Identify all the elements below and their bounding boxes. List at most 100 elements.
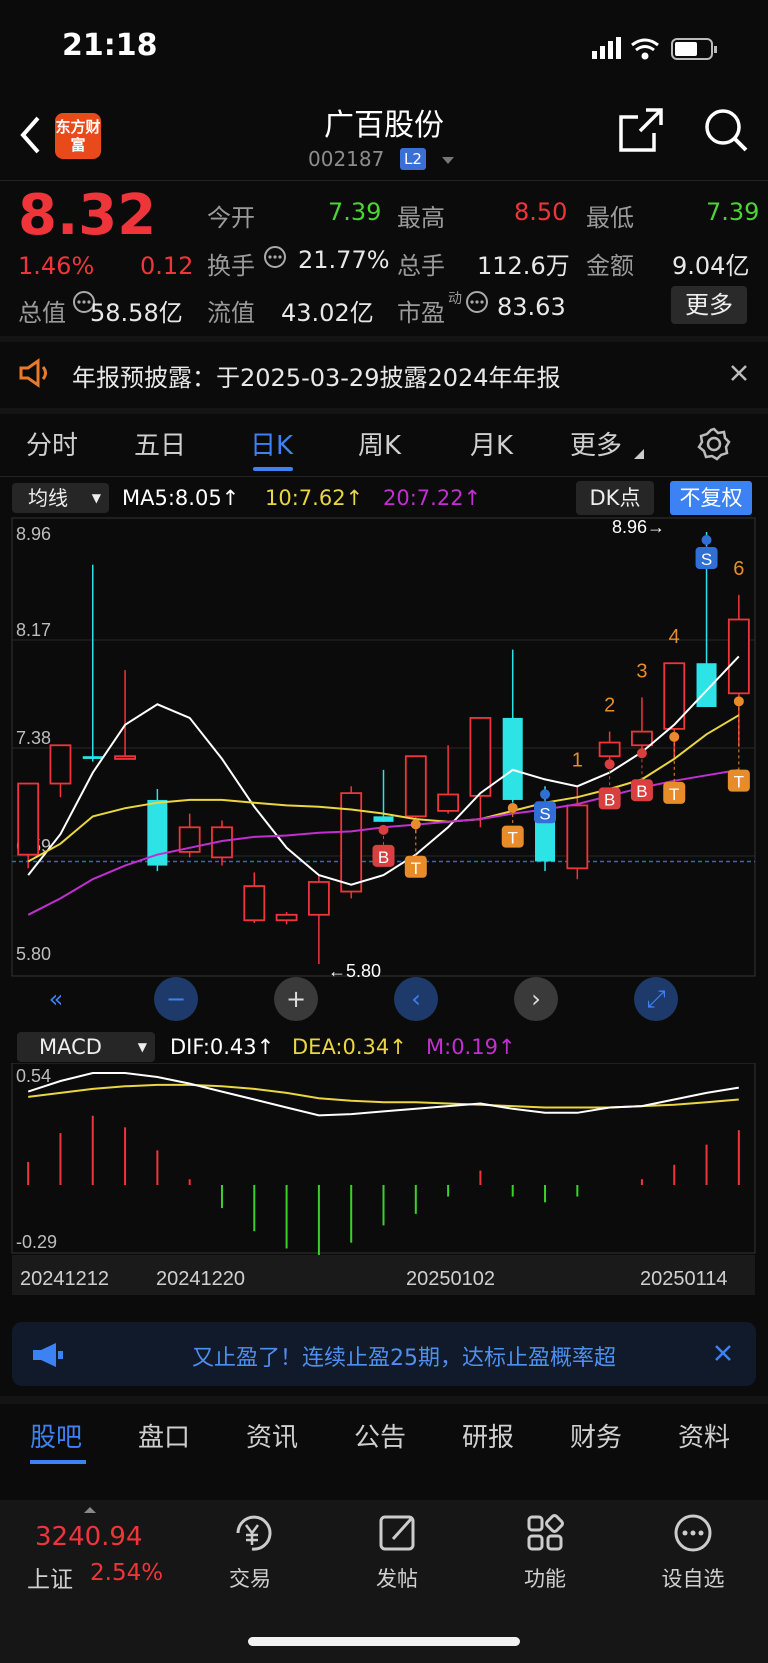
label-pe: 市盈: [397, 299, 445, 327]
label-open: 今开: [207, 204, 255, 232]
macd-select[interactable]: MACD ▼: [17, 1032, 155, 1062]
value-open: 7.39: [328, 198, 382, 226]
plot-frame: [11, 517, 756, 977]
zoom-out-icon: −: [166, 985, 186, 1013]
signal-dot: [507, 802, 518, 813]
divider: [0, 476, 768, 477]
level2-badge: L2: [400, 148, 426, 170]
promo-text: 又止盈了！连续止盈25期，达标止盈概率超: [192, 1346, 616, 1371]
scroll-left-fast-icon: «: [49, 985, 64, 1013]
candle-body: [275, 913, 298, 922]
dea-line: [28, 1083, 739, 1109]
tab-profile[interactable]: 资料: [678, 1417, 730, 1454]
index-name: 上证: [27, 1567, 73, 1593]
label-total-cap: 总值: [18, 299, 66, 327]
ma-select-label: 均线: [28, 486, 68, 510]
signal-dot: [378, 824, 389, 835]
value-amount: 9.04亿: [672, 252, 750, 280]
chevron-down-icon[interactable]: [441, 156, 455, 166]
footer-trade[interactable]: 交易: [200, 1563, 300, 1593]
caret-up-icon: [84, 1507, 96, 1513]
clock: 21:18: [62, 28, 158, 63]
tab-intraday[interactable]: 分时: [26, 425, 78, 462]
tab-research[interactable]: 研报: [462, 1417, 514, 1454]
corner-arrow-icon: [634, 449, 644, 459]
value-low: 7.39: [706, 198, 760, 226]
x-tick-label: 20250114: [640, 1268, 728, 1290]
candle-body: [114, 755, 136, 760]
candle-body: [469, 717, 492, 797]
y-tick-label: 8.96: [16, 524, 51, 544]
tab-more[interactable]: 更多: [570, 425, 622, 462]
candle-body: [502, 717, 523, 800]
footer-functions[interactable]: 功能: [495, 1563, 595, 1593]
tab-forum[interactable]: 股吧: [30, 1417, 82, 1454]
close-icon[interactable]: [714, 1344, 732, 1362]
value-turnover: 21.77%: [298, 246, 390, 274]
speaker-icon: [19, 358, 47, 388]
gear-icon[interactable]: [697, 427, 731, 461]
change-percent: 1.46%: [18, 252, 95, 280]
signal-number: 2: [604, 695, 615, 717]
signal-dot: [604, 759, 615, 770]
chevron-down-icon: ▼: [137, 1040, 147, 1054]
y-tick-label: 7.38: [16, 728, 51, 748]
high-price-label: 8.96→: [612, 517, 665, 537]
dk-point-toggle[interactable]: DK点: [576, 481, 654, 515]
footer-post[interactable]: 发帖: [347, 1563, 447, 1593]
candle-body: [437, 793, 460, 812]
wifi-icon: [631, 38, 659, 60]
label-turnover: 换手: [207, 252, 255, 280]
ma20-value: 20:7.22↑: [383, 486, 482, 510]
tab-indicator: [30, 1460, 86, 1464]
label-high: 最高: [397, 204, 445, 232]
index-value[interactable]: 3240.94: [35, 1522, 143, 1552]
tab-orderbook[interactable]: 盘口: [138, 1417, 190, 1454]
tab-news[interactable]: 资讯: [246, 1417, 298, 1454]
signal-number: 6: [733, 558, 744, 580]
signal-number: 3: [636, 660, 647, 682]
chevron-down-icon: ▼: [91, 491, 101, 505]
signal-badge-label: T: [669, 785, 679, 804]
ma-select[interactable]: 均线 ▼: [12, 483, 109, 513]
current-price: 8.32: [18, 183, 157, 248]
x-tick-label: 20241212: [20, 1268, 109, 1290]
dif-value: DIF:0.43↑: [170, 1035, 275, 1059]
signal-number: 5: [701, 516, 712, 517]
adjust-toggle[interactable]: 不复权: [670, 481, 752, 515]
signal-dot: [636, 748, 647, 759]
signal-icon: [592, 37, 621, 59]
more-dots-icon[interactable]: [673, 1513, 717, 1553]
tab-monthly-k[interactable]: 月K: [470, 425, 513, 462]
candle-body: [727, 618, 750, 695]
battery-icon: [671, 38, 717, 60]
tab-5day[interactable]: 五日: [134, 425, 186, 462]
footer-add-watchlist[interactable]: 设自选: [643, 1563, 743, 1593]
low-price-label: ←5.80: [328, 961, 381, 981]
signal-badge-label: T: [734, 773, 744, 792]
candle-body: [631, 730, 653, 747]
candle-body: [147, 799, 168, 866]
more-button[interactable]: 更多: [671, 286, 747, 324]
trade-icon[interactable]: [230, 1513, 274, 1553]
info-icon[interactable]: [465, 290, 489, 314]
value-float-cap: 43.02亿: [281, 299, 374, 327]
megaphone-icon: [33, 1343, 63, 1367]
status-icons: [592, 37, 717, 60]
kline-chart[interactable]: 8.968.177.386.595.80BTTS12B3B4T5S6T8.96→…: [0, 516, 768, 1034]
grid-icon[interactable]: [525, 1513, 569, 1553]
info-icon[interactable]: [263, 245, 287, 269]
close-icon[interactable]: [730, 364, 748, 382]
macd-select-label: MACD: [39, 1035, 102, 1059]
tab-finance[interactable]: 财务: [570, 1417, 622, 1454]
signal-number: 1: [572, 749, 583, 771]
macd-chart[interactable]: 0.54 -0.29 20241212 20241220 20250102 2025011…: [0, 1063, 768, 1310]
tab-daily-k[interactable]: 日K: [250, 425, 293, 462]
notice-bar[interactable]: 年报预披露：于2025-03-29披露2024年年报: [0, 340, 768, 408]
tab-announcements[interactable]: 公告: [354, 1417, 406, 1454]
edit-icon[interactable]: [377, 1513, 421, 1553]
candle-body: [566, 804, 589, 870]
label-float-cap: 流值: [207, 299, 255, 327]
x-tick-label: 20241220: [156, 1268, 245, 1290]
tab-weekly-k[interactable]: 周K: [358, 425, 401, 462]
